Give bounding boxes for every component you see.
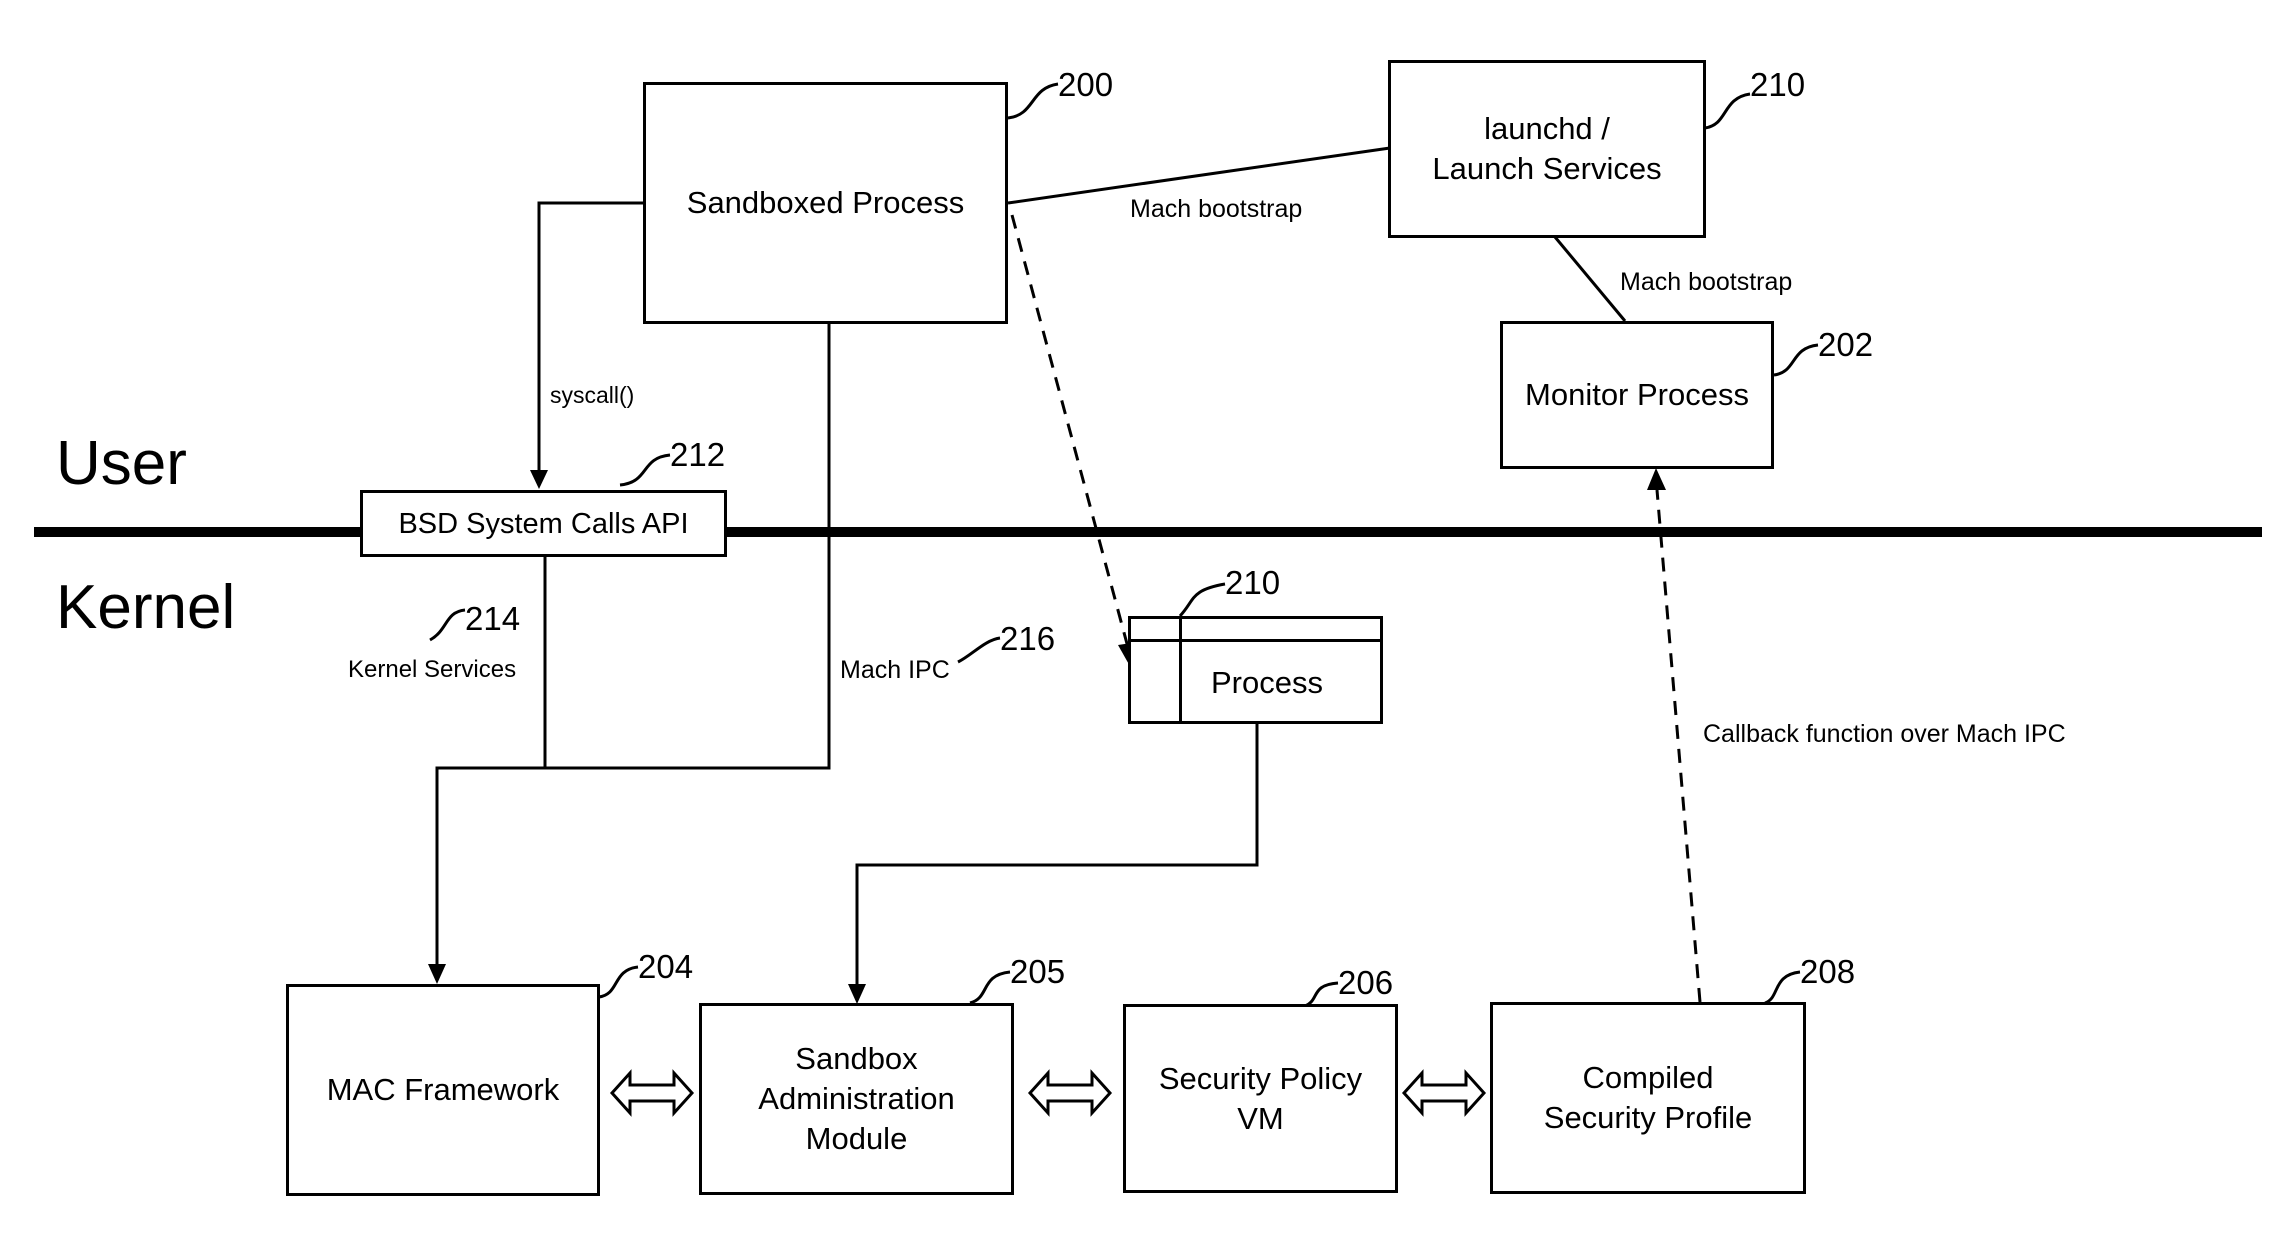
- mach-bootstrap-line-2: [1553, 236, 1627, 322]
- mac-framework-ref: 204: [638, 948, 694, 985]
- security-policy-vm-box: Security Policy VM: [1123, 1004, 1398, 1193]
- sandboxed-to-process-dashed: [1010, 214, 1132, 656]
- process-header-divider: [1131, 639, 1380, 642]
- double-arrow-mac-admin: [609, 1069, 695, 1117]
- callback-label: Callback function over Mach IPC: [1703, 720, 2066, 748]
- admin-arrowhead: [848, 984, 866, 1004]
- mach-ipc-line: [435, 323, 831, 980]
- syscall-arrowhead: [530, 470, 548, 489]
- mach-ipc-label: Mach IPC: [840, 656, 950, 684]
- monitor-arrowhead: [1647, 468, 1666, 490]
- double-arrow-admin-vm: [1027, 1069, 1113, 1117]
- sandbox-admin-ref: 205: [1010, 953, 1066, 990]
- bsd-syscalls-ref: 212: [670, 436, 726, 473]
- kernel-services-ref: 214: [465, 600, 521, 637]
- mach-ipc-ref: 216: [1000, 620, 1056, 657]
- double-arrow-vm-profile: [1401, 1069, 1487, 1117]
- mac-framework-arrowhead: [428, 964, 446, 984]
- launchd-box: launchd / Launch Services: [1388, 60, 1706, 238]
- process-side-divider: [1179, 619, 1182, 721]
- mach-bootstrap-label-2: Mach bootstrap: [1620, 268, 1793, 296]
- launchd-ref: 210: [1750, 66, 1806, 103]
- process-ref: 210: [1225, 564, 1281, 601]
- mach-bootstrap-label-1: Mach bootstrap: [1130, 195, 1303, 223]
- process-box: Process: [1128, 616, 1383, 724]
- callback-dashed-line: [1655, 489, 1702, 1003]
- compiled-profile-box: Compiled Security Profile: [1490, 1002, 1806, 1194]
- monitor-process-ref: 202: [1818, 326, 1874, 363]
- sandboxed-process-ref: 200: [1058, 66, 1114, 103]
- kernel-zone-label: Kernel: [56, 573, 236, 642]
- sandbox-admin-box: Sandbox Administration Module: [699, 1003, 1014, 1195]
- syscall-label: syscall(): [550, 382, 635, 408]
- monitor-process-box: Monitor Process: [1500, 321, 1774, 469]
- compiled-profile-ref: 208: [1800, 953, 1856, 990]
- architecture-diagram: User Kernel Sandboxed Process 200 launch…: [0, 0, 2285, 1252]
- user-zone-label: User: [56, 429, 187, 498]
- syscall-arrow: [537, 201, 645, 486]
- sandboxed-process-box: Sandboxed Process: [643, 82, 1008, 324]
- mac-framework-box: MAC Framework: [286, 984, 600, 1196]
- bsd-syscalls-box: BSD System Calls API: [360, 490, 727, 557]
- process-label: Process: [1211, 665, 1323, 700]
- kernel-services-label: Kernel Services: [348, 656, 517, 683]
- security-policy-vm-ref: 206: [1338, 964, 1394, 1001]
